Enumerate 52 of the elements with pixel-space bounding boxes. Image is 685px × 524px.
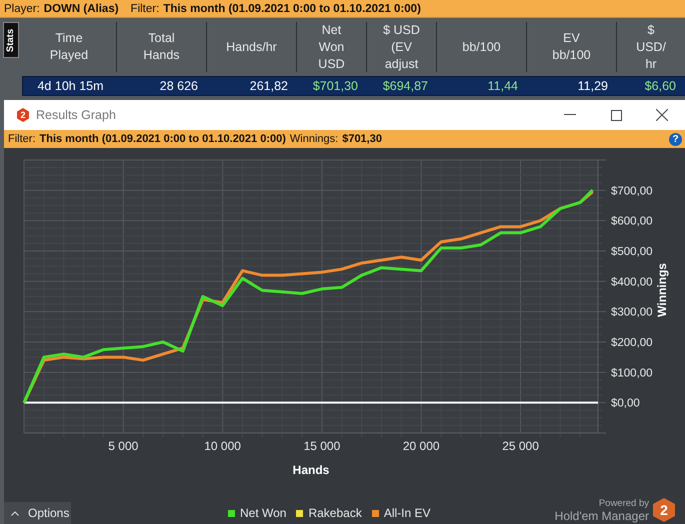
table-cell-text: 28 626 [158,79,199,93]
table-cell-text: $694,87 [382,79,429,93]
x-tick-label: 15 000 [304,439,340,453]
legend-label: Rakeback [308,506,362,520]
stats-row[interactable]: 4d 10h 15m 28 626 261,82 $701,30 $694,87 11,44 11,29 $6,60 [22,76,685,96]
x-tick-label: 20 000 [402,439,440,453]
powered-by-text: Powered by [598,498,649,510]
column-header[interactable]: $ USD/ hr [617,22,685,72]
column-header[interactable]: Hands/hr [207,22,297,72]
table-cell-text: $6,60 [644,79,677,93]
table-cell-text: 11,29 [576,79,609,93]
x-tick-label: 10 000 [204,439,241,453]
y-tick-label: $400,00 [611,276,653,288]
y-axis-title: Winnings [655,263,669,317]
y-tick-label: $300,00 [611,306,653,319]
y-tick-label: $500,00 [611,246,653,258]
table-cell-text: 4d 10h 15m [36,79,105,93]
y-tick-label: $700,00 [611,185,653,198]
y-tick-label: $200,00 [611,337,653,349]
column-header[interactable]: $ USD (EV adjust [367,22,437,72]
options-button[interactable]: Options [4,502,71,524]
x-tick-label: 25 000 [502,439,539,453]
table-cell-text: 11,44 [486,79,519,93]
window-title: Results Graph [36,108,117,122]
y-tick-label: $0,00 [611,398,640,410]
y-tick-label: $600,00 [611,216,653,228]
player-label: Player: [4,2,40,14]
legend-label: Net Won [240,506,286,520]
help-button[interactable]: ? [669,132,682,146]
table-cell-text: $701,30 [312,79,359,93]
legend-label: All-In EV [384,506,431,520]
stats-tab[interactable]: Stats [3,22,19,58]
winnings-value: $701,30 [342,133,382,145]
x-tick-label: 5 000 [108,439,138,453]
filter-label: Filter: [130,2,160,14]
column-header[interactable]: Time Played [22,22,117,72]
column-header[interactable]: Net Won USD [297,22,367,72]
column-header[interactable]: bb/100 [437,22,527,72]
filter-value: This month (01.09.2021 0:00 to 01.10.2021 0:00) [163,2,421,14]
table-cell-text: 261,82 [248,79,289,93]
column-header[interactable]: Total Hands [117,22,207,72]
column-header[interactable]: EV bb/100 [527,22,617,72]
product-logo: 2 [653,498,675,522]
player-name: DOWN (Alias) [44,2,119,14]
filter-label: Filter: [8,133,36,145]
chevron-up-icon [11,510,19,516]
winnings-label: Winnings: [290,133,338,145]
x-axis-title: Hands [292,463,330,477]
y-tick-label: $100,00 [611,367,653,380]
filter-value: This month (01.09.2021 0:00 to 01.10.2021 0:00) [40,133,286,145]
product-name: Hold'em Manager [554,510,649,522]
app-logo: 2 [16,108,30,122]
